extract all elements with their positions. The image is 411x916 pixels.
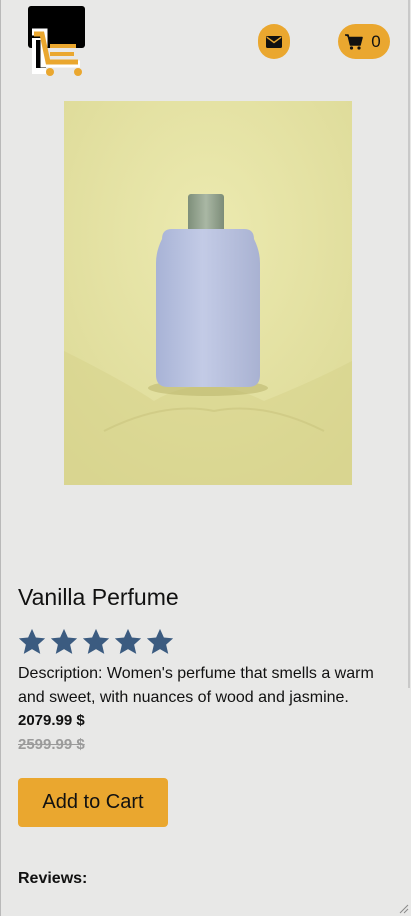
shopping-cart-icon <box>345 33 364 50</box>
resize-handle-icon[interactable] <box>397 902 409 914</box>
reviews-heading: Reviews: <box>18 870 88 887</box>
star-icon <box>114 628 142 654</box>
cart-count: 0 <box>371 31 381 51</box>
add-to-cart-button[interactable]: Add to Cart <box>18 778 168 827</box>
envelope-icon <box>266 35 282 48</box>
cart-button[interactable]: 0 <box>338 24 390 59</box>
star-icon <box>18 628 46 654</box>
product-title: Vanilla Perfume <box>18 584 179 610</box>
star-icon <box>50 628 78 654</box>
product-old-price: 2599.99 $ <box>18 736 85 753</box>
mail-button[interactable] <box>258 24 290 59</box>
product-image <box>64 101 352 485</box>
star-icon <box>146 628 174 654</box>
site-header: 0 <box>1 0 411 86</box>
star-icon <box>82 628 110 654</box>
store-logo-icon[interactable] <box>28 6 88 78</box>
product-price: 2079.99 $ <box>18 712 85 729</box>
product-description: Description: Women's perfume that smells… <box>18 665 374 706</box>
scrollbar[interactable] <box>408 0 410 688</box>
rating-stars <box>17 626 175 658</box>
